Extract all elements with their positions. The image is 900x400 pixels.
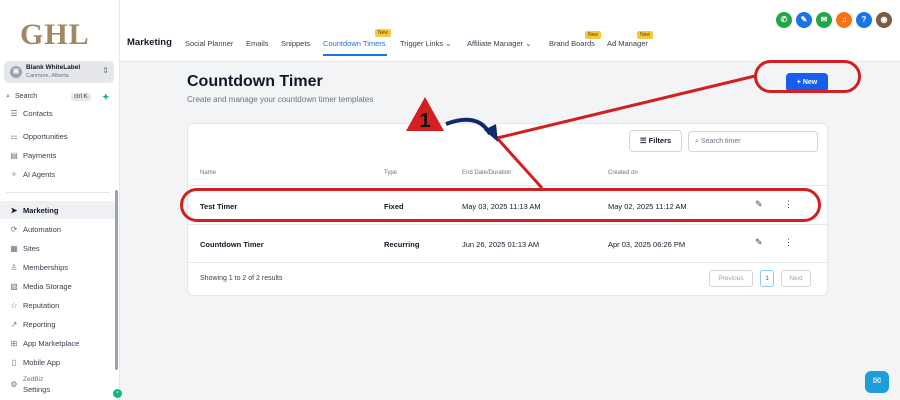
curved-arrow-icon <box>445 117 492 136</box>
annotation-line-to-new <box>496 74 756 140</box>
annotation-lines <box>445 74 756 190</box>
annotation-line-to-row <box>495 136 544 190</box>
step-number: 1 <box>419 110 430 132</box>
step-badge-icon: 1 <box>406 97 444 132</box>
chat-support-icon[interactable]: ✉ <box>865 371 889 393</box>
